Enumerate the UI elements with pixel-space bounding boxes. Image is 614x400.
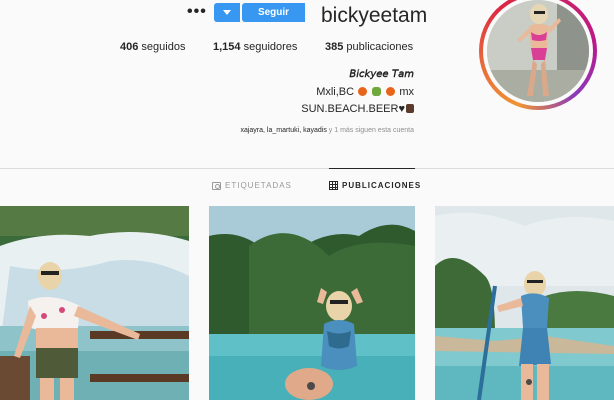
followed-by-rest: y 1 más siguen esta cuenta	[328, 127, 414, 134]
followers-number: 1,154	[213, 41, 241, 53]
post-thumbnail[interactable]	[0, 206, 189, 400]
profile-username: bickyeetam	[321, 4, 428, 27]
grid-icon	[329, 181, 338, 190]
post-thumbnail[interactable]	[209, 206, 415, 400]
tab-posts-label: PUBLICACIONES	[342, 181, 422, 190]
followed-by-line[interactable]: xajayra, la_martuki, kayadis y 1 más sig…	[204, 127, 414, 134]
tag-icon	[212, 181, 221, 190]
followed-by-names[interactable]: xajayra, la_martuki, kayadis	[240, 127, 326, 134]
posts-count: 385 publicaciones	[325, 41, 413, 53]
avatar-border	[483, 0, 593, 106]
followers-label: seguidores	[243, 41, 298, 53]
more-options-icon[interactable]: •••	[187, 3, 207, 21]
heart-icon: ♥	[398, 103, 405, 115]
posts-number: 385	[325, 41, 344, 53]
chevron-down-icon	[223, 10, 231, 15]
hands-emoji-icon	[406, 104, 414, 113]
bio-location-text: Mxli,BC	[316, 86, 355, 98]
followers-count[interactable]: 1,154 seguidores	[213, 41, 297, 53]
bio-full-name: 𝘉𝘪𝘤𝘬𝘺𝘦𝘦 𝘛𝘢𝘮	[349, 69, 414, 80]
following-label: seguidos	[141, 41, 186, 53]
bio-location-suffix: mx	[399, 86, 414, 98]
section-divider	[0, 168, 614, 169]
cactus-emoji-icon	[372, 87, 382, 96]
story-ring[interactable]	[479, 0, 597, 110]
following-number: 406	[120, 41, 139, 53]
tab-posts[interactable]: PUBLICACIONES	[329, 168, 422, 190]
follow-button[interactable]: Seguir	[242, 3, 305, 22]
bio-tagline: SUN.BEACH.BEER♥	[300, 103, 414, 115]
post-thumbnail[interactable]	[435, 206, 614, 400]
following-count[interactable]: 406 seguidos	[120, 41, 185, 53]
fire-emoji-icon	[386, 87, 396, 96]
avatar[interactable]	[487, 0, 589, 102]
bio-tagline-text: SUN.BEACH.BEER	[301, 103, 399, 115]
tab-tagged[interactable]: ETIQUETADAS	[212, 181, 292, 190]
bio-location: Mxli,BC mx	[300, 86, 414, 98]
posts-label: publicaciones	[346, 41, 414, 53]
tab-tagged-label: ETIQUETADAS	[225, 181, 292, 190]
fire-emoji-icon	[358, 87, 368, 96]
suggestions-dropdown-button[interactable]	[214, 3, 240, 22]
